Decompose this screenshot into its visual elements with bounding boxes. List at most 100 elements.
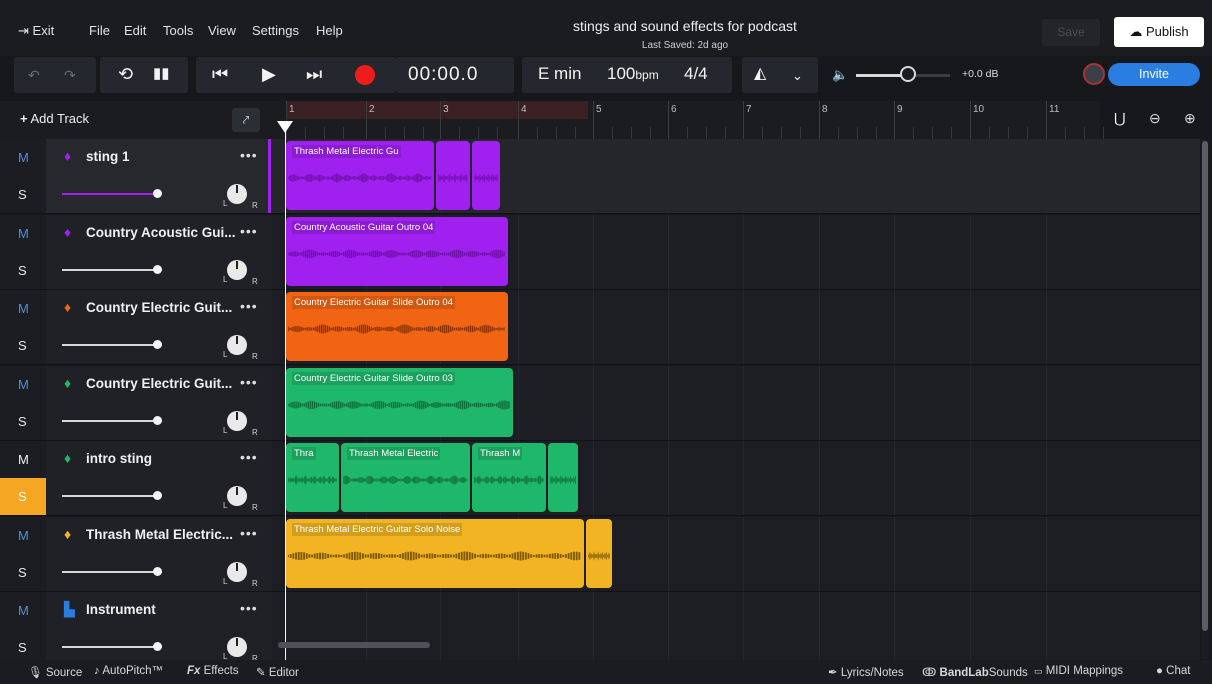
menu-view[interactable]: View [208, 23, 236, 38]
audio-clip[interactable]: Thrash Metal Electric Gu [286, 141, 434, 210]
loop-region[interactable] [286, 101, 588, 119]
track-name[interactable]: intro sting [86, 451, 152, 466]
chevron-down-icon[interactable]: ⌄ [792, 66, 803, 86]
solo-button[interactable]: S [0, 327, 46, 364]
track-volume-handle[interactable] [153, 265, 162, 274]
track-header[interactable]: M S ▙ Instrument ••• L R [0, 592, 272, 667]
redo-icon[interactable]: ↷ [64, 65, 76, 85]
speaker-icon[interactable]: 🔈 [832, 67, 848, 83]
solo-button[interactable]: S [0, 478, 46, 515]
mute-button[interactable]: M [0, 215, 46, 252]
audio-clip[interactable]: Thrash M [472, 443, 546, 512]
publish-button[interactable]: ☁ Publish [1114, 17, 1204, 47]
skip-back-icon[interactable]: ⏮ [212, 64, 228, 84]
track-lane[interactable]: Thra Thrash Metal Electric Thrash M [272, 441, 1200, 516]
track-volume-handle[interactable] [153, 491, 162, 500]
audio-clip[interactable] [472, 141, 500, 210]
track-volume-handle[interactable] [153, 340, 162, 349]
invite-button[interactable]: Invite [1108, 63, 1200, 86]
track-header[interactable]: M S ♦ Thrash Metal Electric... ••• L R [0, 517, 272, 592]
audio-clip[interactable]: Country Electric Guitar Slide Outro 04 [286, 292, 508, 361]
audio-clip[interactable]: Thra [286, 443, 339, 512]
audio-clip[interactable] [586, 519, 612, 588]
exit-button[interactable]: ⇥ Exit [18, 23, 54, 39]
vertical-scroll-thumb[interactable] [1202, 141, 1208, 631]
track-name[interactable]: Country Electric Guit... [86, 300, 232, 315]
solo-button[interactable]: S [0, 252, 46, 289]
zoom-in-icon[interactable]: ⊕ [1184, 110, 1196, 127]
track-lane[interactable]: Country Electric Guitar Slide Outro 04 [272, 290, 1200, 365]
more-options-icon[interactable]: ••• [240, 147, 258, 163]
mute-button[interactable]: M [0, 366, 46, 403]
magnet-icon[interactable]: ⋃ [1114, 110, 1125, 127]
track-volume-handle[interactable] [153, 642, 162, 651]
split-icon[interactable]: ▮▮ [153, 64, 170, 84]
chat-button[interactable]: ● Chat [1156, 665, 1190, 677]
audio-clip[interactable]: Thrash Metal Electric [341, 443, 470, 512]
menu-file[interactable]: File [89, 23, 110, 38]
mute-button[interactable]: M [0, 441, 46, 478]
track-name[interactable]: Country Acoustic Gui... [86, 225, 236, 240]
track-header[interactable]: M S ♦ Country Acoustic Gui... ••• L R [0, 215, 272, 290]
lyrics-notes-button[interactable]: ✒ Lyrics/Notes [828, 665, 904, 679]
tempo-display[interactable]: 100bpm [607, 64, 659, 84]
menu-tools[interactable]: Tools [163, 23, 193, 38]
source-button[interactable]: 🎙 Source [28, 665, 82, 679]
more-options-icon[interactable]: ••• [240, 600, 258, 616]
autopitch-button[interactable]: ♪ AutoPitch™ [94, 665, 163, 677]
track-volume-slider[interactable] [62, 193, 162, 195]
track-name[interactable]: Thrash Metal Electric... [86, 527, 233, 542]
audio-clip[interactable]: Country Electric Guitar Slide Outro 03 [286, 368, 513, 437]
track-volume-slider[interactable] [62, 495, 162, 497]
loop-icon[interactable]: ⟲ [118, 64, 133, 84]
mute-button[interactable]: M [0, 290, 46, 327]
more-options-icon[interactable]: ••• [240, 449, 258, 465]
track-header[interactable]: M S ♦ Country Electric Guit... ••• L R [0, 290, 272, 365]
track-lane[interactable]: Thrash Metal Electric Guitar Solo Noise [272, 517, 1200, 592]
more-options-icon[interactable]: ••• [240, 374, 258, 390]
track-volume-slider[interactable] [62, 646, 162, 648]
track-header[interactable]: M S ♦ Country Electric Guit... ••• L R [0, 366, 272, 441]
play-icon[interactable]: ▶ [262, 64, 276, 84]
menu-settings[interactable]: Settings [252, 23, 299, 38]
time-display[interactable]: 00:00.0 [408, 64, 478, 86]
track-volume-slider[interactable] [62, 571, 162, 573]
audio-clip[interactable] [436, 141, 470, 210]
effects-button[interactable]: Fx Effects [187, 665, 239, 677]
key-display[interactable]: E min [538, 64, 581, 84]
more-options-icon[interactable]: ••• [240, 298, 258, 314]
menu-edit[interactable]: Edit [124, 23, 146, 38]
midi-mappings-button[interactable]: ▭ MIDI Mappings [1034, 665, 1123, 677]
record-button[interactable] [355, 65, 375, 85]
playhead-handle[interactable] [277, 121, 293, 133]
track-name[interactable]: Instrument [86, 602, 156, 617]
mute-button[interactable]: M [0, 139, 46, 176]
track-volume-handle[interactable] [153, 416, 162, 425]
mute-button[interactable]: M [0, 517, 46, 554]
editor-button[interactable]: ✎ Editor [256, 665, 299, 679]
track-lane[interactable] [272, 592, 1200, 667]
zoom-out-icon[interactable]: ⊖ [1149, 110, 1161, 127]
master-volume-handle[interactable] [900, 66, 916, 82]
timeline-ruler[interactable]: 1 2 3 4 5 6 7 8 9 10 11 [272, 101, 1104, 139]
solo-button[interactable]: S [0, 554, 46, 591]
metronome-icon[interactable]: ◭ [754, 64, 766, 84]
automation-icon[interactable]: ⤤ [232, 108, 260, 132]
track-header[interactable]: M S ♦ intro sting ••• L R [0, 441, 272, 516]
audio-clip[interactable] [548, 443, 578, 512]
more-options-icon[interactable]: ••• [240, 223, 258, 239]
track-volume-handle[interactable] [153, 567, 162, 576]
track-name[interactable]: Country Electric Guit... [86, 376, 232, 391]
track-lane[interactable]: Country Electric Guitar Slide Outro 03 [272, 366, 1200, 441]
time-signature-display[interactable]: 4/4 [684, 64, 708, 84]
project-title[interactable]: stings and sound effects for podcast [440, 18, 930, 34]
more-options-icon[interactable]: ••• [240, 525, 258, 541]
avatar[interactable] [1083, 63, 1105, 85]
track-lane[interactable]: Country Acoustic Guitar Outro 04 [272, 215, 1200, 290]
skip-forward-icon[interactable]: ⏭ [306, 64, 322, 84]
audio-clip[interactable]: Thrash Metal Electric Guitar Solo Noise [286, 519, 584, 588]
track-header[interactable]: M S ♦ sting 1 ••• L R [0, 139, 272, 214]
track-volume-slider[interactable] [62, 420, 162, 422]
menu-help[interactable]: Help [316, 23, 343, 38]
playhead-line[interactable] [285, 121, 286, 660]
